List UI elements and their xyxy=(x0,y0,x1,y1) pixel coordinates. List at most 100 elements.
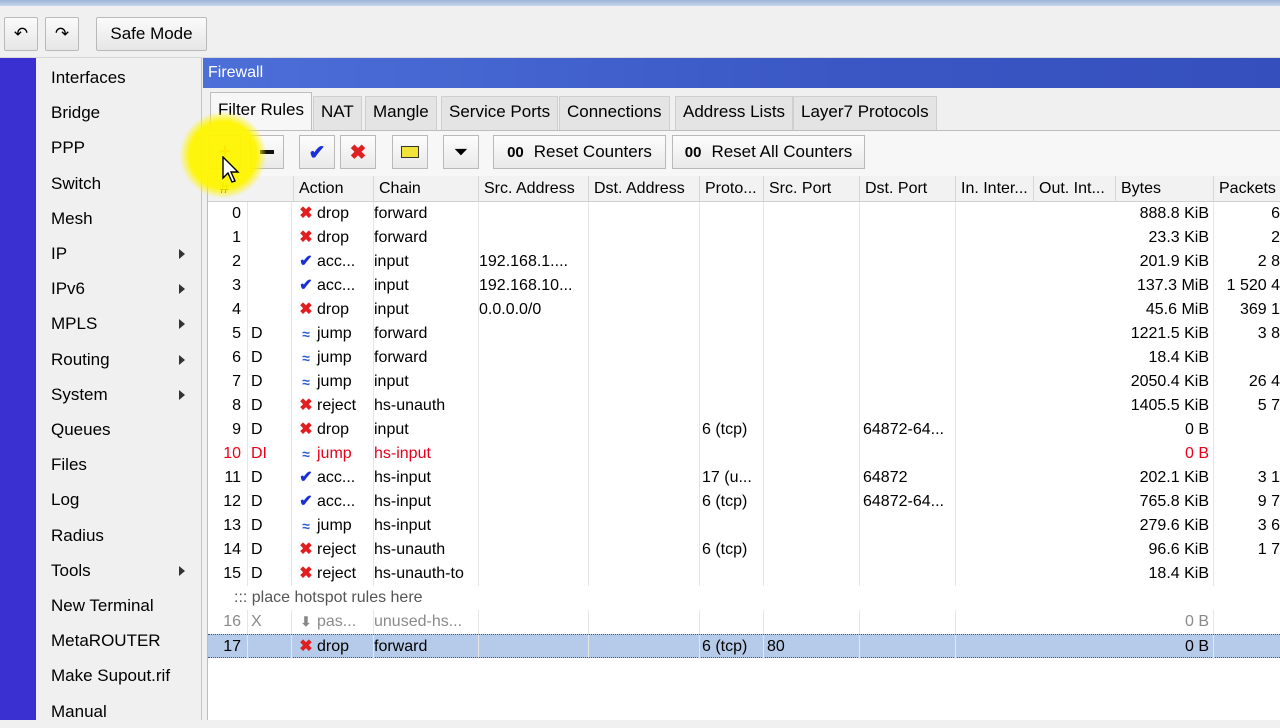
undo-button[interactable]: ↶ xyxy=(4,17,38,51)
table-row[interactable]: 3 input 192.168.10... 137.3 MiB 1 520 4 ✔ acc.… xyxy=(208,274,1280,298)
sidebar-item-bridge[interactable]: Bridge xyxy=(51,97,201,129)
disable-rule-button[interactable]: ✖ xyxy=(340,135,376,169)
column-header-dst-port[interactable]: Dst. Port xyxy=(860,176,956,202)
sidebar-item-system[interactable]: System xyxy=(51,379,201,411)
cell-dport xyxy=(860,442,956,466)
sidebar-item-queues[interactable]: Queues xyxy=(51,414,201,446)
sidebar-item-mpls[interactable]: MPLS xyxy=(51,308,201,340)
cell-num: 7 xyxy=(208,370,248,394)
cell-bytes: 0 B xyxy=(1116,442,1214,466)
tab-layer7-protocols[interactable]: Layer7 Protocols xyxy=(793,96,937,130)
column-header-bytes[interactable]: Bytes xyxy=(1116,176,1214,202)
sidebar-item-label: Bridge xyxy=(51,103,101,123)
jump-icon: ≈ xyxy=(302,350,310,366)
comment-button[interactable] xyxy=(392,135,428,169)
column-header-out-int-[interactable]: Out. Int... xyxy=(1034,176,1116,202)
cell-dport xyxy=(860,514,956,538)
table-row[interactable]: 0 forward 888.8 KiB 6 ✖ drop xyxy=(208,202,1280,226)
sidebar-item-interfaces[interactable]: Interfaces xyxy=(51,62,201,94)
table-row[interactable]: 13 Dhs-input 279.6 KiB 3 6 ≈ jump xyxy=(208,514,1280,538)
cell-flags xyxy=(248,274,292,298)
cell-packets: 1 7 xyxy=(1214,538,1280,562)
reset-all-counters-button[interactable]: 00 Reset All Counters xyxy=(672,135,865,169)
enable-rule-button[interactable]: ✔ xyxy=(299,135,335,169)
table-row[interactable]: 16 Xunused-hs... 0 B ⬇ pas... xyxy=(208,610,1280,634)
table-row[interactable]: 15 Dhs-unauth-to 18.4 KiB ✖ reject xyxy=(208,562,1280,586)
tab-mangle[interactable]: Mangle xyxy=(365,96,437,130)
sidebar-item-manual[interactable]: Manual xyxy=(51,696,201,728)
column-header-action[interactable]: Action xyxy=(294,176,374,202)
table-row[interactable]: 10 DI hs-input 0 B ≈ jump xyxy=(208,442,1280,466)
table-row[interactable]: 4 input 0.0.0.0/0 45.6 MiB 369 1 ✖ drop xyxy=(208,298,1280,322)
cell-dst xyxy=(589,346,700,370)
cell-sport: 80 xyxy=(764,635,860,659)
cell-flags: D xyxy=(248,394,292,418)
filter-rules-table: #ActionChainSrc. AddressDst. AddressProt… xyxy=(207,176,1280,720)
firewall-window-titlebar[interactable]: Firewall xyxy=(203,58,1280,88)
sidebar-item-mesh[interactable]: Mesh xyxy=(51,203,201,235)
rule-comment-row[interactable]: ::: place hotspot rules here xyxy=(208,586,1280,610)
table-row[interactable]: 8 Dhs-unauth 1405.5 KiB 5 7 ✖ reject xyxy=(208,394,1280,418)
cell-chain: hs-input xyxy=(374,466,479,490)
cell-sport xyxy=(764,298,860,322)
cell-num: 14 xyxy=(208,538,248,562)
table-row[interactable]: 5 Dforward 1221.5 KiB 3 8 ≈ jump xyxy=(208,322,1280,346)
table-row[interactable]: 6 Dforward 18.4 KiB ≈ jump xyxy=(208,346,1280,370)
cell-sport xyxy=(764,346,860,370)
cell-num: 0 xyxy=(208,202,248,226)
tab-connections[interactable]: Connections xyxy=(559,96,670,130)
tab-nat[interactable]: NAT xyxy=(313,96,362,130)
table-row[interactable]: 12 Dhs-input 6 (tcp) 64872-64... 765.8 KiB 9 … xyxy=(208,490,1280,514)
cell-chain: hs-input xyxy=(374,442,479,466)
column-header-chain[interactable]: Chain xyxy=(374,176,479,202)
action-label: drop xyxy=(317,229,350,246)
reset-counters-button[interactable]: 00 Reset Counters xyxy=(493,135,666,169)
sidebar-item-routing[interactable]: Routing xyxy=(51,344,201,376)
cell-dst xyxy=(589,490,700,514)
sidebar-item-ppp[interactable]: PPP xyxy=(51,132,201,164)
cell-chain: forward xyxy=(374,346,479,370)
cell-sport xyxy=(764,250,860,274)
cell-sport xyxy=(764,490,860,514)
cell-num: 6 xyxy=(208,346,248,370)
sidebar-item-switch[interactable]: Switch xyxy=(51,168,201,200)
column-header-src-address[interactable]: Src. Address xyxy=(479,176,589,202)
cell-dport xyxy=(860,346,956,370)
submenu-arrow-icon xyxy=(179,389,185,400)
table-row[interactable]: 11 Dhs-input 17 (u... 64872 202.1 KiB 3 1 ✔ acc… xyxy=(208,466,1280,490)
sidebar-item-new-terminal[interactable]: New Terminal xyxy=(51,590,201,622)
cell-bytes: 18.4 KiB xyxy=(1116,346,1214,370)
sidebar-item-ipv6[interactable]: IPv6 xyxy=(51,273,201,305)
sidebar-item-metarouter[interactable]: MetaROUTER xyxy=(51,625,201,657)
sidebar-item-tools[interactable]: Tools xyxy=(51,555,201,587)
sidebar-item-label: PPP xyxy=(51,138,86,158)
tab-service-ports[interactable]: Service Ports xyxy=(441,96,559,130)
sidebar-item-ip[interactable]: IP xyxy=(51,238,201,270)
window-title: Firewall xyxy=(208,64,264,81)
sidebar-item-log[interactable]: Log xyxy=(51,484,201,516)
column-header-src-port[interactable]: Src. Port xyxy=(764,176,860,202)
column-header-proto-[interactable]: Proto... xyxy=(700,176,764,202)
filter-icon: ⏷ xyxy=(453,141,469,162)
sidebar-item-files[interactable]: Files xyxy=(51,449,201,481)
column-header-dst-address[interactable]: Dst. Address xyxy=(589,176,700,202)
cell-dport xyxy=(860,202,956,226)
table-row[interactable]: 2 input 192.168.1.... 201.9 KiB 2 8 ✔ acc... xyxy=(208,250,1280,274)
column-header-packets[interactable]: Packets xyxy=(1214,176,1280,202)
table-row[interactable]: 1 forward 23.3 KiB 2 ✖ drop xyxy=(208,226,1280,250)
tab-address-lists[interactable]: Address Lists xyxy=(675,96,794,130)
sidebar-item-make-supout-rif[interactable]: Make Supout.rif xyxy=(51,660,201,692)
safe-mode-button[interactable]: Safe Mode xyxy=(96,17,207,51)
cell-proto xyxy=(700,370,764,394)
cell-chain: forward xyxy=(374,322,479,346)
filter-button[interactable]: ⏷ xyxy=(443,135,479,169)
sidebar-item-radius[interactable]: Radius xyxy=(51,520,201,552)
column-header-in-inter-[interactable]: In. Inter... xyxy=(956,176,1034,202)
table-row[interactable]: 7 Dinput 2050.4 KiB 26 4 ≈ jump xyxy=(208,370,1280,394)
table-row[interactable]: 9 Dinput 6 (tcp) 64872-64... 0 B ✖ drop xyxy=(208,418,1280,442)
table-row[interactable]: 17 forward 6 (tcp) 80 0 B ✖ drop xyxy=(208,634,1280,659)
redo-button[interactable]: ↷ xyxy=(45,17,79,51)
cell-sport xyxy=(764,226,860,250)
cell-packets xyxy=(1214,635,1280,659)
table-row[interactable]: 14 Dhs-unauth 6 (tcp) 96.6 KiB 1 7 ✖ reject xyxy=(208,538,1280,562)
